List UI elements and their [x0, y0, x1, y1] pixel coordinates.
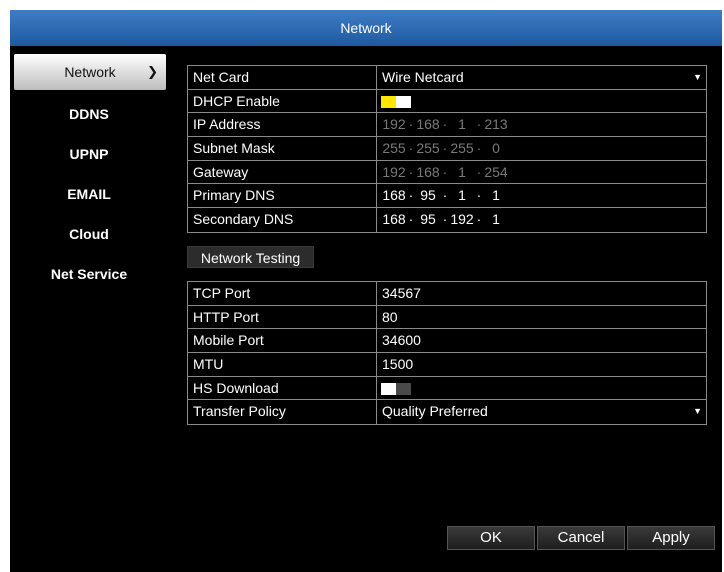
- ip-octet: 192: [382, 116, 406, 133]
- window-title: Network: [10, 10, 722, 46]
- ip-octet: 255: [450, 140, 474, 157]
- primary-dns-field[interactable]: 168 · 95 · 1 · 1: [377, 184, 706, 207]
- mtu-field[interactable]: 1500: [377, 353, 706, 376]
- sidebar-item-label: UPNP: [69, 146, 109, 162]
- transfer-policy-select[interactable]: Quality Preferred ▼: [377, 400, 706, 424]
- secondary-dns-row: Secondary DNS 168 · 95 · 192 · 1: [188, 208, 706, 232]
- ip-octet: 168: [416, 163, 440, 180]
- apply-button[interactable]: Apply: [627, 526, 715, 550]
- sidebar-item-network[interactable]: Network ❯: [14, 54, 166, 90]
- sidebar-item-label: Net Service: [50, 266, 128, 282]
- sidebar-item-label: Network: [64, 64, 116, 80]
- ip-octet: 255: [382, 140, 406, 157]
- ip-octet: 1: [458, 116, 466, 133]
- ip-octet: 192: [450, 211, 474, 228]
- ip-octet: 1: [458, 163, 466, 180]
- ip-octet: 95: [420, 187, 436, 204]
- ip-octet: 168: [416, 116, 440, 133]
- gateway-row: Gateway 192 · 168 · 1 · 254: [188, 160, 706, 185]
- transfer-policy-label: Transfer Policy: [188, 400, 377, 425]
- mobile-port-label: Mobile Port: [188, 329, 377, 353]
- network-testing-button[interactable]: Network Testing: [187, 246, 314, 268]
- secondary-dns-field[interactable]: 168 · 95 · 192 · 1: [377, 208, 706, 232]
- dhcp-enable-toggle[interactable]: [381, 95, 411, 108]
- ports-grid: TCP Port 34567 HTTP Port 80 Mobile Port …: [187, 281, 707, 426]
- transfer-policy-row: Transfer Policy Quality Preferred ▼: [188, 400, 706, 425]
- net-card-value: Wire Netcard: [382, 69, 464, 85]
- dropdown-arrow-icon: ▼: [693, 406, 702, 417]
- ip-octet: 1: [492, 187, 500, 204]
- primary-dns-label: Primary DNS: [188, 184, 377, 208]
- dropdown-arrow-icon: ▼: [693, 72, 702, 82]
- sidebar-item-label: EMAIL: [67, 186, 111, 202]
- sidebar-item-net-service[interactable]: Net Service: [10, 254, 168, 294]
- dhcp-enable-label: DHCP Enable: [188, 89, 377, 113]
- network-settings-grid: Net Card Wire Netcard ▼ DHCP Enable IP A…: [187, 65, 707, 233]
- hs-download-toggle[interactable]: [381, 382, 411, 395]
- sidebar-item-label: Cloud: [69, 226, 109, 242]
- http-port-label: HTTP Port: [188, 305, 377, 329]
- secondary-dns-label: Secondary DNS: [188, 208, 377, 232]
- dhcp-enable-cell: [377, 90, 706, 113]
- cancel-button[interactable]: Cancel: [537, 526, 625, 550]
- mtu-label: MTU: [188, 353, 377, 376]
- gateway-label: Gateway: [188, 160, 377, 184]
- ip-octet: 213: [484, 116, 508, 133]
- tcp-port-field[interactable]: 34567: [377, 282, 706, 305]
- sidebar-item-upnp[interactable]: UPNP: [10, 134, 168, 174]
- chevron-right-icon: ❯: [147, 64, 158, 79]
- dhcp-enable-row: DHCP Enable: [188, 89, 706, 114]
- ip-address-row: IP Address 192 · 168 · 1 · 213: [188, 113, 706, 138]
- sidebar: Network ❯ DDNS UPNP EMAIL Cloud Net Serv…: [10, 54, 168, 294]
- ip-octet: 192: [382, 163, 406, 180]
- transfer-policy-value: Quality Preferred: [382, 403, 488, 420]
- subnet-mask-field[interactable]: 255 · 255 · 255 · 0: [377, 137, 706, 160]
- sidebar-item-ddns[interactable]: DDNS: [10, 94, 168, 134]
- tcp-port-label: TCP Port: [188, 282, 377, 305]
- ip-octet: 255: [416, 140, 440, 157]
- net-card-select[interactable]: Wire Netcard ▼: [377, 66, 706, 89]
- ip-octet: 254: [484, 163, 508, 180]
- sidebar-item-label: DDNS: [69, 106, 109, 122]
- ip-octet: 168: [382, 211, 406, 228]
- net-card-label: Net Card: [188, 66, 377, 89]
- network-settings-window: Network Network ❯ DDNS UPNP EMAIL Cloud …: [10, 10, 722, 572]
- hs-download-label: HS Download: [188, 376, 377, 400]
- ip-address-label: IP Address: [188, 113, 377, 137]
- ip-octet: 1: [458, 187, 466, 204]
- hs-download-row: HS Download: [188, 376, 706, 401]
- subnet-mask-row: Subnet Mask 255 · 255 · 255 · 0: [188, 137, 706, 161]
- sidebar-item-email[interactable]: EMAIL: [10, 174, 168, 214]
- primary-dns-row: Primary DNS 168 · 95 · 1 · 1: [188, 184, 706, 209]
- hs-download-cell: [377, 377, 706, 400]
- sidebar-item-cloud[interactable]: Cloud: [10, 214, 168, 254]
- tcp-port-row: TCP Port 34567: [188, 282, 706, 306]
- subnet-mask-label: Subnet Mask: [188, 137, 377, 160]
- mobile-port-field[interactable]: 34600: [377, 329, 706, 352]
- ip-octet: 1: [492, 211, 500, 228]
- http-port-field[interactable]: 80: [377, 306, 706, 329]
- ip-address-field[interactable]: 192 · 168 · 1 · 213: [377, 113, 706, 136]
- ip-octet: 0: [492, 140, 500, 157]
- gateway-field[interactable]: 192 · 168 · 1 · 254: [377, 161, 706, 184]
- ip-octet: 95: [420, 211, 436, 228]
- ip-octet: 168: [382, 187, 406, 204]
- mtu-row: MTU 1500: [188, 353, 706, 377]
- http-port-row: HTTP Port 80: [188, 305, 706, 330]
- ok-button[interactable]: OK: [447, 526, 535, 550]
- mobile-port-row: Mobile Port 34600: [188, 329, 706, 354]
- net-card-row: Net Card Wire Netcard ▼: [188, 66, 706, 90]
